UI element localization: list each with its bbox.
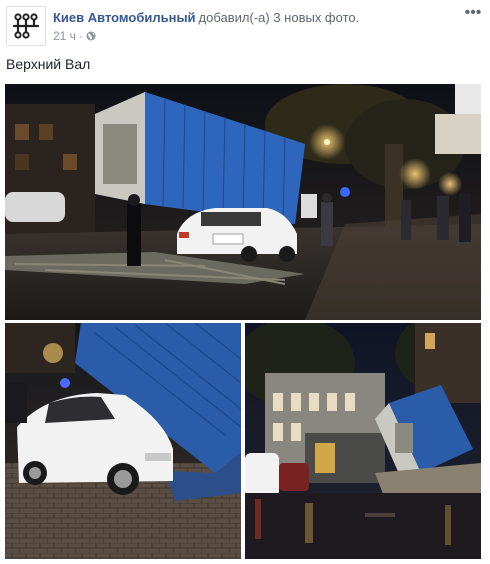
post-header: Киев Автомобильный добавил(-а) 3 новых фо…	[6, 5, 484, 46]
post-action-text: добавил(-а) 3 новых фото.	[198, 10, 360, 25]
author-line: Киев Автомобильный добавил(-а) 3 новых фо…	[53, 10, 359, 25]
post-text: Верхний Вал	[6, 56, 91, 72]
more-options-icon[interactable]: •••	[462, 5, 484, 24]
photo-overturned-kiosk-street	[245, 323, 481, 559]
photo-kiosk-on-car-closeup	[5, 323, 241, 559]
post-photo-closeup[interactable]	[5, 323, 241, 559]
photo-night-street-kiosk	[5, 84, 481, 320]
page-avatar[interactable]	[6, 6, 46, 46]
post-photo-wide[interactable]	[245, 323, 481, 559]
post-photo-main[interactable]	[5, 84, 481, 320]
author-link[interactable]: Киев Автомобильный	[53, 10, 196, 25]
steering-logo-icon	[12, 13, 40, 39]
globe-icon[interactable]	[86, 31, 96, 41]
post-timestamp[interactable]: 21 ч	[53, 29, 76, 43]
meta-separator: ·	[78, 29, 83, 43]
post-meta: 21 ч ·	[53, 29, 96, 43]
